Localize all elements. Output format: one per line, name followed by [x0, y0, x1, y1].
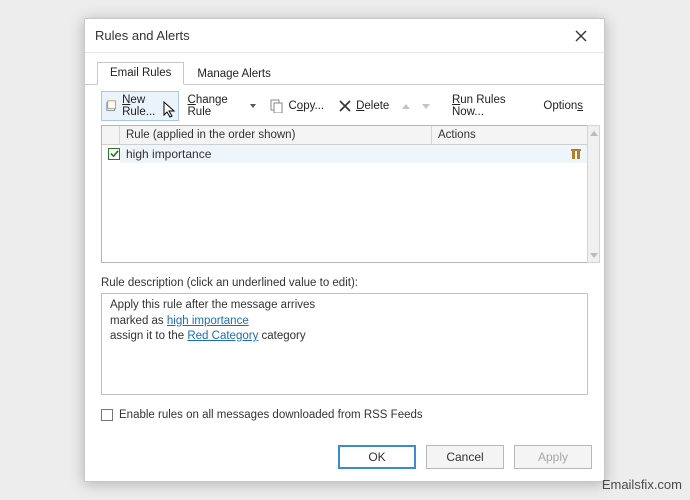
- rule-name: high importance: [120, 145, 432, 163]
- scroll-down-icon: [588, 248, 599, 262]
- new-rule-button[interactable]: New Rule...: [101, 91, 179, 121]
- close-button[interactable]: [568, 23, 594, 49]
- rss-checkbox-row: Enable rules on all messages downloaded …: [101, 409, 588, 421]
- run-rules-label: un Rules Now...: [452, 94, 506, 118]
- change-rule-button[interactable]: Change Rule: [183, 91, 262, 121]
- rule-action-icon: [569, 147, 583, 161]
- options-label: Option: [543, 100, 577, 112]
- check-icon: [110, 149, 119, 158]
- up-triangle-icon: [402, 104, 410, 109]
- rule-checkbox[interactable]: [108, 148, 120, 160]
- move-up-button[interactable]: [398, 98, 414, 114]
- tab-email-rules[interactable]: Email Rules: [97, 62, 184, 85]
- window-title: Rules and Alerts: [95, 28, 190, 43]
- copy-label: C: [288, 100, 296, 112]
- rule-description-label: Rule description (click an underlined va…: [101, 277, 588, 289]
- move-down-button[interactable]: [418, 98, 434, 114]
- desc-line-2: marked as high importance: [110, 314, 579, 330]
- rss-checkbox[interactable]: [101, 409, 113, 421]
- copy-icon: [270, 99, 284, 113]
- rule-description-box: Apply this rule after the message arrive…: [101, 293, 588, 395]
- tab-manage-alerts[interactable]: Manage Alerts: [184, 63, 284, 85]
- new-rule-icon: [106, 99, 118, 113]
- importance-link[interactable]: high importance: [167, 315, 249, 327]
- delete-label: elete: [364, 100, 389, 112]
- delete-icon: [338, 99, 352, 113]
- ok-button[interactable]: OK: [338, 445, 416, 469]
- tabs: Email Rules Manage Alerts: [85, 53, 604, 85]
- apply-button[interactable]: Apply: [514, 445, 592, 469]
- rules-scrollbar[interactable]: [587, 125, 600, 263]
- delete-button[interactable]: Delete: [333, 96, 394, 116]
- dropdown-caret-icon: [250, 104, 256, 108]
- rules-and-alerts-dialog: Rules and Alerts Email Rules Manage Aler…: [84, 18, 605, 482]
- scroll-up-icon: [588, 126, 599, 140]
- desc-line-3: assign it to the Red Category category: [110, 329, 579, 345]
- desc-line-1: Apply this rule after the message arrive…: [110, 298, 579, 314]
- toolbar: New Rule... Change Rule Copy... Delete R…: [85, 85, 604, 125]
- rule-row[interactable]: high importance: [102, 145, 587, 163]
- close-icon: [575, 30, 587, 42]
- rules-list[interactable]: Rule (applied in the order shown) Action…: [101, 125, 588, 263]
- category-link[interactable]: Red Category: [187, 330, 258, 342]
- copy-button[interactable]: Copy...: [265, 96, 329, 116]
- rules-header-actions: Actions: [432, 126, 587, 144]
- options-button[interactable]: Options: [538, 97, 588, 115]
- rules-list-header: Rule (applied in the order shown) Action…: [102, 126, 587, 145]
- run-rules-now-button[interactable]: Run Rules Now...: [447, 91, 534, 121]
- titlebar: Rules and Alerts: [85, 19, 604, 53]
- watermark: Emailsfix.com: [602, 477, 682, 492]
- rss-label: Enable rules on all messages downloaded …: [119, 409, 423, 421]
- rules-header-rule: Rule (applied in the order shown): [120, 126, 432, 144]
- cancel-button[interactable]: Cancel: [426, 445, 504, 469]
- down-triangle-icon: [422, 104, 430, 109]
- dialog-buttons: OK Cancel Apply: [338, 445, 592, 469]
